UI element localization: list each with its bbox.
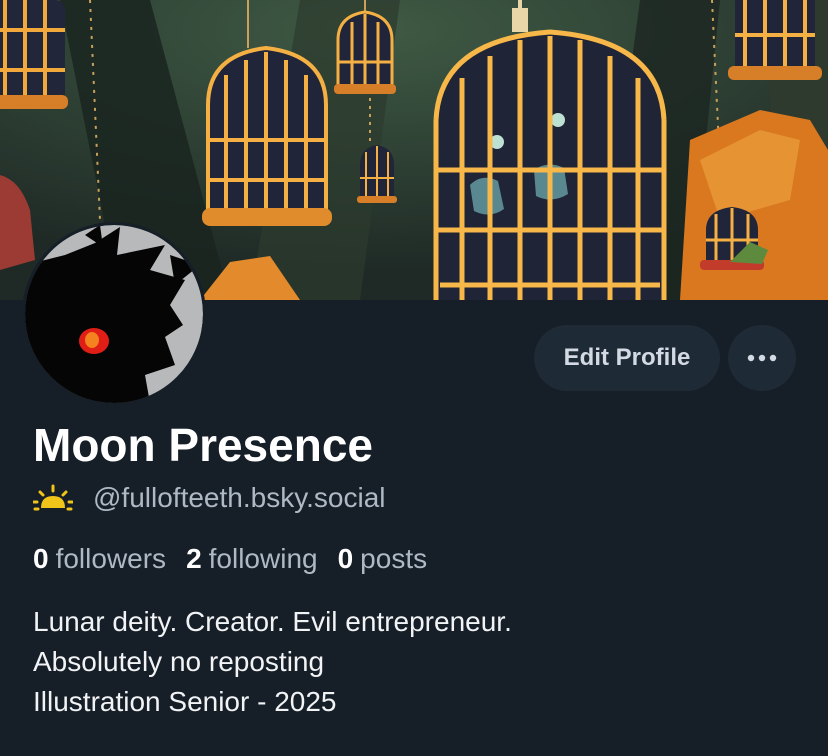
profile-bio: Lunar deity. Creator. Evil entrepreneur.… <box>33 602 512 722</box>
followers-link[interactable]: 0 followers <box>33 543 166 575</box>
more-options-button[interactable] <box>728 325 796 391</box>
avatar[interactable] <box>22 222 206 406</box>
followers-count: 0 <box>33 543 49 574</box>
posts-label: posts <box>360 543 428 574</box>
bio-line: Lunar deity. Creator. Evil entrepreneur. <box>33 606 512 637</box>
handle-row: @fullofteeth.bsky.social <box>33 478 385 518</box>
ellipsis-icon <box>747 354 777 362</box>
display-name: Moon Presence <box>33 419 373 471</box>
handle-text[interactable]: @fullofteeth.bsky.social <box>93 482 385 514</box>
posts-count-group: 0 posts <box>338 543 428 575</box>
following-link[interactable]: 2 following <box>186 543 318 575</box>
bio-line: Absolutely no reposting <box>33 646 325 677</box>
bio-line: Illustration Senior - 2025 <box>33 686 337 717</box>
profile-stats: 0 followers 2 following 0 posts <box>33 540 447 578</box>
following-label: following <box>208 543 318 574</box>
sunrise-icon <box>33 482 81 514</box>
following-count: 2 <box>186 543 202 574</box>
posts-count: 0 <box>337 543 354 574</box>
edit-profile-button[interactable]: Edit Profile <box>534 325 720 391</box>
avatar-image <box>25 225 203 403</box>
followers-label: followers <box>55 543 167 574</box>
